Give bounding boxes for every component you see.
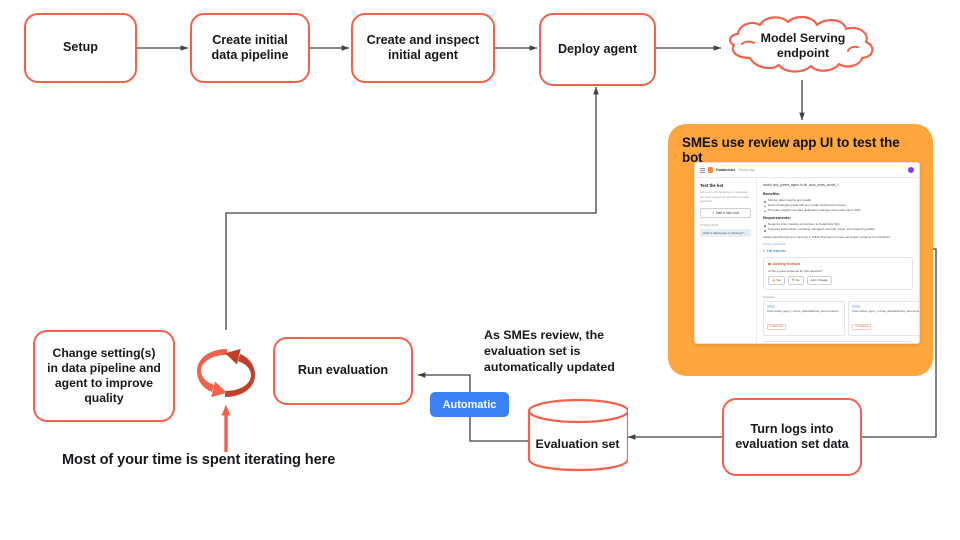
app-sidebar-description: Ask your own questions to evaluate the b…: [700, 190, 750, 203]
node-setup-label: Setup: [63, 40, 98, 55]
app-brand-sub: Review App: [738, 168, 756, 172]
source-tag-icon: [767, 304, 775, 309]
automatic-badge: Automatic: [430, 392, 509, 417]
node-change-settings[interactable]: Change setting(s) in data pipeline and a…: [33, 330, 175, 422]
node-create-initial-data-pipeline[interactable]: Create initial data pipeline: [190, 13, 310, 83]
automatic-badge-label: Automatic: [442, 398, 497, 411]
add-change-button[interactable]: Add / Change: [806, 275, 832, 285]
app-brand: Databricks: [716, 168, 736, 172]
node-create-and-inspect-initial-agent-label: Create and inspect initial agent: [366, 32, 480, 62]
requirement-item: Supports Delta tables, including managed…: [763, 227, 913, 232]
node-turn-logs-into-evaluation-set-data[interactable]: Turn logs into evaluation set data: [722, 398, 862, 476]
sme-review-note-text: As SMEs review, the evaluation set is au…: [484, 328, 615, 374]
edit-response-label: Edit response: [766, 248, 787, 253]
reference-badge: 1 reference: [852, 323, 872, 330]
source-card[interactable]: Petermoldea_agent_x.v2/raw_data/databric…: [763, 300, 846, 337]
requirements-heading: Requirements:: [763, 215, 792, 221]
menu-icon[interactable]: [700, 167, 705, 173]
chat-history-item-label: what is lakehouse monitoring? ...: [703, 230, 747, 235]
node-turn-logs-label: Turn logs into evaluation set data: [735, 421, 849, 451]
thumbs-down-icon: 👎: [791, 278, 796, 283]
app-body: Test the bot Ask your own questions to e…: [695, 178, 919, 343]
sources-label: Sources: [763, 294, 775, 299]
feedback-title-row: Awaiting feedback: [768, 262, 908, 266]
benefit-item: Provides insights into data distribution…: [763, 208, 913, 213]
app-sidebar-section-label: October 2024: [700, 222, 719, 227]
new-chat-button[interactable]: + Start a new chat: [700, 207, 751, 218]
node-setup[interactable]: Setup: [24, 13, 137, 83]
footnote: Lakehouse Monitoring is currently in Pub…: [763, 234, 891, 239]
reference-badge: 1 reference: [767, 323, 787, 330]
status-dot-icon: [768, 262, 771, 266]
edit-response-link[interactable]: ✎ Edit response: [763, 249, 913, 253]
thumbs-up-label: Yes: [776, 278, 781, 283]
app-sidebar: Test the bot Ask your own questions to e…: [695, 178, 757, 343]
benefits-heading: Benefits:: [763, 191, 781, 196]
node-evaluation-set-label-wrap: Evaluation set: [527, 426, 628, 462]
sources-header: Sources ‹ ›: [763, 295, 913, 299]
source-card-text: Petermoldea_agent_x.v2/raw_data/databric…: [852, 310, 919, 314]
node-change-settings-label: Change setting(s) in data pipeline and a…: [47, 346, 161, 405]
source-card-text: Petermoldea_agent_x.v2/raw_data/databric…: [767, 310, 842, 314]
app-sidebar-heading: Test the bot: [700, 183, 724, 188]
node-evaluation-set-label: Evaluation set: [535, 437, 620, 451]
node-create-and-inspect-initial-agent[interactable]: Create and inspect initial agent: [351, 13, 495, 83]
thumbs-down-button[interactable]: 👎 No: [787, 275, 804, 285]
feedback-card: Awaiting feedback Is this a good respons…: [763, 256, 913, 290]
carousel-arrows-icon[interactable]: ‹ ›: [904, 295, 913, 299]
plus-icon: +: [712, 210, 715, 215]
app-main: model-only_patent_agent-in-db_docs_news_…: [757, 178, 919, 343]
source-card[interactable]: Petermoldea_agent_x.v2/raw_data/databric…: [848, 300, 919, 337]
feedback-question: Is this a good response for this questio…: [768, 268, 823, 273]
node-run-evaluation-label: Run evaluation: [297, 363, 389, 378]
databricks-logo-icon: [708, 167, 713, 173]
node-run-evaluation[interactable]: Run evaluation: [273, 337, 413, 405]
avatar[interactable]: [908, 167, 914, 173]
sme-review-note: As SMEs review, the evaluation set is au…: [484, 328, 664, 376]
feedback-buttons: 👍 Yes 👎 No Add / Change: [768, 275, 908, 285]
chat-history-item[interactable]: what is lakehouse monitoring? ...: [700, 228, 751, 237]
thumbs-up-icon: 👍: [772, 278, 776, 283]
source-cards: Petermoldea_agent_x.v2/raw_data/databric…: [763, 300, 919, 337]
node-deploy-agent[interactable]: Deploy agent: [539, 13, 656, 86]
review-app-panel: SMEs use review app UI to test the bot D…: [668, 124, 933, 376]
review-app-panel-title: SMEs use review app UI to test the bot: [682, 135, 900, 165]
collapse-link[interactable]: Click to generate: [763, 242, 913, 246]
node-model-serving-endpoint[interactable]: Model Serving endpoint: [718, 13, 888, 79]
app-header: Databricks Review App: [695, 163, 919, 178]
iteration-cycle-icon: [196, 340, 256, 406]
model-link[interactable]: model-only_patent_agent-in-db_docs_news_…: [763, 183, 913, 187]
review-app-screenshot[interactable]: Databricks Review App Test the bot Ask y…: [694, 162, 920, 344]
feedback-title: Awaiting feedback: [772, 261, 801, 266]
thumbs-up-button[interactable]: 👍 Yes: [768, 275, 785, 285]
node-model-serving-endpoint-label: Model Serving endpoint: [760, 30, 846, 60]
new-chat-button-label: Start a new chat: [715, 210, 739, 215]
thumbs-down-label: No: [796, 278, 800, 283]
diagram-canvas: Setup Create initial data pipeline Creat…: [0, 0, 960, 540]
node-create-initial-data-pipeline-label: Create initial data pipeline: [211, 32, 289, 62]
iteration-tagline-text: Most of your time is spent iterating her…: [62, 452, 336, 468]
iteration-tagline: Most of your time is spent iterating her…: [62, 452, 462, 468]
question-input[interactable]: Ask your question ▷: [763, 341, 913, 343]
source-tag-icon: [852, 304, 861, 309]
node-deploy-agent-label: Deploy agent: [557, 41, 638, 56]
